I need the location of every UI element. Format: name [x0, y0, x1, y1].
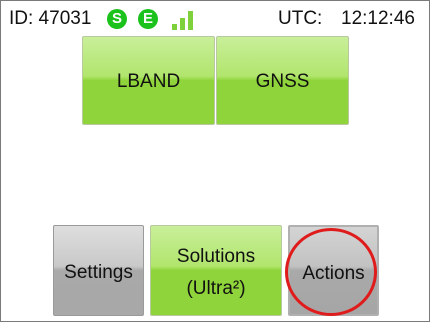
device-screen: ID: 47031 S E UTC: 12:12:46 LBAND GNSS S… [0, 0, 430, 322]
signal-strength-icon [171, 10, 195, 30]
status-bar: ID: 47031 S E UTC: 12:12:46 [1, 1, 429, 35]
gnss-button[interactable]: GNSS [216, 36, 349, 125]
solutions-button-sublabel: (Ultra²) [186, 278, 246, 299]
actions-button[interactable]: Actions [288, 225, 379, 316]
lband-button[interactable]: LBAND [82, 36, 215, 125]
utc-label: UTC: [278, 8, 323, 29]
utc-time: 12:12:46 [341, 8, 415, 29]
settings-button-label: Settings [64, 262, 133, 283]
lband-button-label: LBAND [116, 71, 181, 92]
solutions-button[interactable]: Solutions (Ultra²) [150, 225, 282, 316]
satellite-status-badge: S [107, 9, 127, 29]
gnss-button-label: GNSS [255, 71, 310, 92]
actions-button-label: Actions [302, 263, 365, 284]
settings-button[interactable]: Settings [53, 225, 144, 316]
solutions-button-label: Solutions [176, 246, 256, 267]
ethernet-status-badge: E [138, 9, 158, 29]
device-id: ID: 47031 [9, 8, 92, 29]
